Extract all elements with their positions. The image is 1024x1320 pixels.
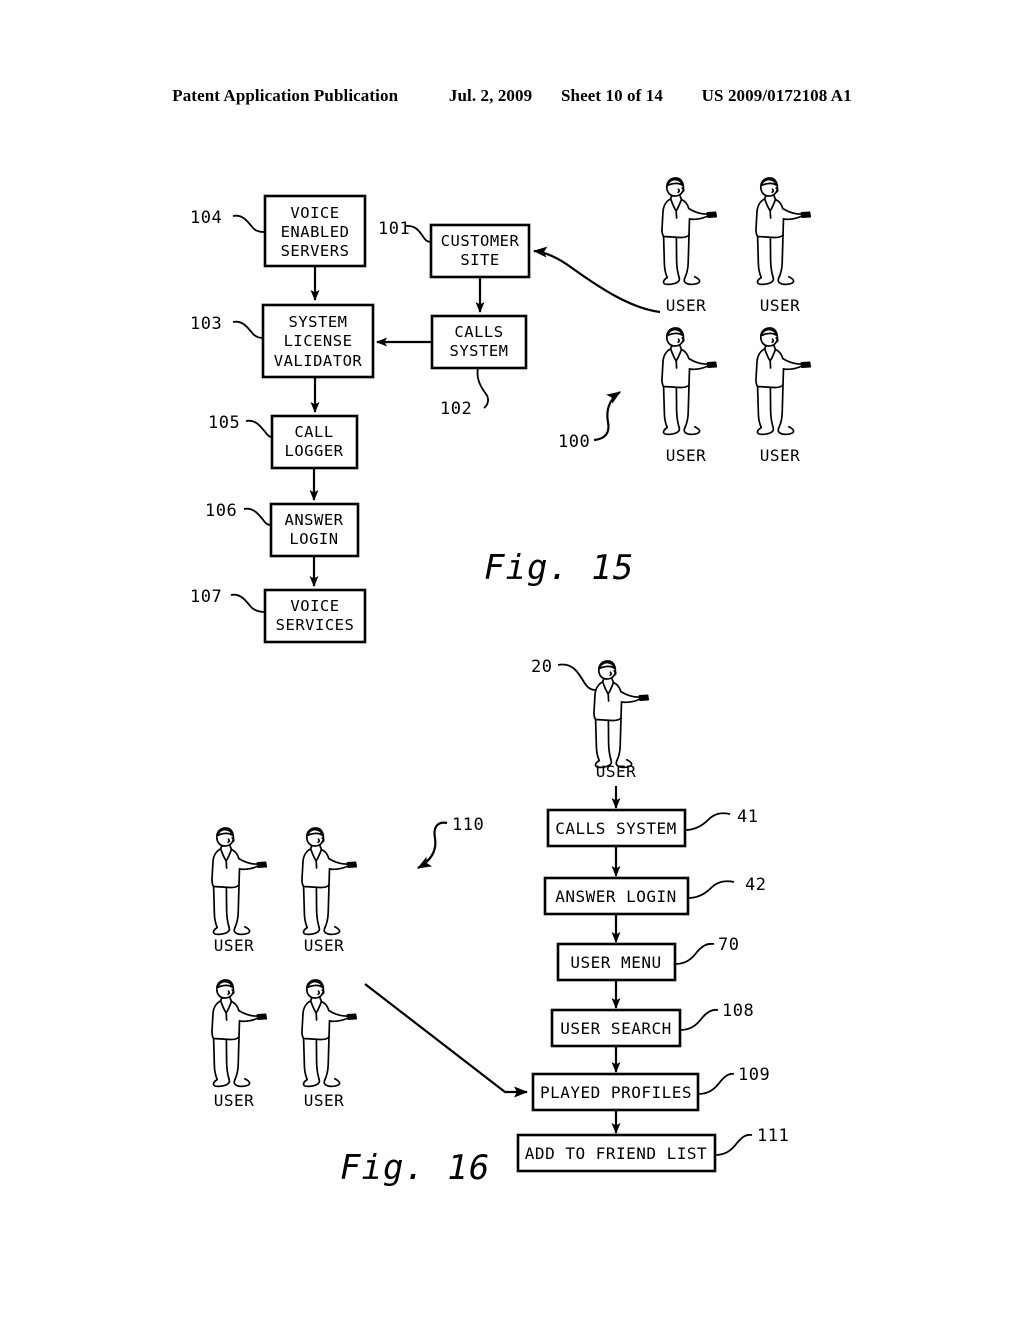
fig15-user-1: USER: [661, 177, 718, 315]
fig16-actor-user-label: USER: [596, 762, 637, 781]
fig15-leader-104: [232, 214, 266, 233]
fig15-box-answer-login[interactable]: ANSWER LOGIN: [269, 502, 360, 558]
fig16-user-4: USER: [301, 979, 358, 1110]
figure-15-caption: Fig. 15: [484, 548, 635, 588]
fig15-user-1-label: USER: [666, 296, 707, 315]
fig16-ref-70: 70: [718, 935, 739, 955]
fig16-user-2: USER: [301, 827, 358, 955]
fig16-box-user-search-label: USER SEARCH: [560, 1019, 671, 1038]
fig16-ref-42: 42: [745, 875, 766, 895]
fig16-leader-108: [679, 1008, 719, 1031]
fig16-box-user-search[interactable]: USER SEARCH: [550, 1008, 682, 1048]
fig15-box-call-logger-line2: LOGGER: [285, 442, 344, 460]
fig16-leader-41: [684, 812, 731, 831]
fig15-leader-102: [476, 367, 489, 409]
fig16-box-answer-login[interactable]: ANSWER LOGIN: [543, 876, 690, 916]
fig15-user-4-label: USER: [760, 446, 801, 465]
fig16-leader-42: [687, 880, 735, 899]
patent-drawing-sheet: VOICE ENABLED SERVERS 104 SYSTEM LICENSE…: [0, 0, 1024, 1320]
fig15-box-system-license-validator[interactable]: SYSTEM LICENSE VALIDATOR: [261, 303, 375, 379]
fig15-user-4: USER: [755, 327, 812, 465]
fig15-leader-106: [243, 507, 272, 526]
fig15-ref-106: 106: [205, 501, 237, 521]
fig15-box-voice-services[interactable]: VOICE SERVICES: [263, 588, 367, 644]
fig16-ref-109: 109: [738, 1065, 770, 1085]
fig15-box-voice-services-line1: VOICE: [290, 597, 339, 615]
fig15-box-voice-enabled-servers-line3: SERVERS: [281, 242, 350, 260]
fig15-box-calls-system-line1: CALLS: [454, 323, 503, 341]
fig16-ref-111: 111: [757, 1126, 789, 1146]
fig16-box-calls-system[interactable]: CALLS SYSTEM: [546, 808, 687, 848]
fig15-user-2-label: USER: [760, 296, 801, 315]
fig15-box-calls-system-line2: SYSTEM: [450, 342, 509, 360]
fig16-ref-20: 20: [531, 657, 552, 677]
fig15-ref-103: 103: [190, 314, 222, 334]
fig15-box-voice-enabled-servers-line2: ENABLED: [281, 223, 350, 241]
fig15-box-system-license-validator-line2: LICENSE: [284, 332, 353, 350]
fig16-user-3: USER: [211, 979, 268, 1110]
fig15-box-customer-site-line1: CUSTOMER: [441, 232, 520, 250]
fig15-ref-107: 107: [190, 587, 222, 607]
fig16-actor-user: USER: [593, 660, 650, 781]
fig16-user-3-label: USER: [214, 1091, 255, 1110]
fig15-user-2: USER: [755, 177, 812, 315]
fig15-leader-103: [232, 320, 264, 339]
fig15-leader-105: [245, 419, 273, 438]
figure-16: USER 20 CALLS SYSTEM 41 ANSWER LOGIN 42 …: [211, 657, 789, 1173]
fig16-leader-111: [714, 1133, 753, 1156]
fig16-user-1: USER: [211, 827, 268, 955]
fig15-box-voice-services-line2: SERVICES: [276, 616, 355, 634]
fig15-box-answer-login-line2: LOGIN: [289, 530, 338, 548]
fig15-box-call-logger[interactable]: CALL LOGGER: [270, 414, 359, 470]
fig15-ref-104: 104: [190, 208, 222, 228]
fig15-box-call-logger-line1: CALL: [294, 423, 333, 441]
fig15-ref-102: 102: [440, 399, 472, 419]
fig15-box-voice-enabled-servers[interactable]: VOICE ENABLED SERVERS: [263, 194, 367, 268]
fig16-leader-20: [557, 663, 597, 691]
fig15-ref-105: 105: [208, 413, 240, 433]
fig15-user-3-label: USER: [666, 446, 707, 465]
fig15-ref-101: 101: [378, 219, 410, 239]
fig16-ref-41: 41: [737, 807, 758, 827]
fig15-user-3: USER: [661, 327, 718, 465]
fig16-box-played-profiles[interactable]: PLAYED PROFILES: [531, 1072, 700, 1112]
fig15-leader-107: [230, 593, 266, 613]
fig15-arrow-users-to-customer-site: [533, 246, 661, 314]
fig15-ref-100: 100: [558, 432, 590, 452]
fig16-user-2-label: USER: [304, 936, 345, 955]
fig16-leader-109: [697, 1072, 735, 1095]
fig16-box-answer-login-label: ANSWER LOGIN: [555, 887, 677, 906]
fig16-box-user-menu-label: USER MENU: [570, 953, 661, 972]
fig16-leader-110: [417, 821, 448, 869]
fig15-box-calls-system[interactable]: CALLS SYSTEM: [430, 314, 528, 370]
fig16-box-played-profiles-label: PLAYED PROFILES: [540, 1083, 692, 1102]
figure-16-caption: Fig. 16: [340, 1148, 491, 1188]
fig15-leader-100: [593, 391, 621, 442]
fig16-user-4-label: USER: [304, 1091, 345, 1110]
fig16-ref-108: 108: [722, 1001, 754, 1021]
fig16-user-1-label: USER: [214, 936, 255, 955]
fig15-box-voice-enabled-servers-line1: VOICE: [290, 204, 339, 222]
fig16-box-calls-system-label: CALLS SYSTEM: [555, 819, 677, 838]
fig16-arrow-users-to-played-profiles: [364, 983, 528, 1098]
fig16-leader-70: [674, 942, 715, 965]
fig16-box-add-to-friend-list[interactable]: ADD TO FRIEND LIST: [516, 1133, 717, 1173]
fig16-box-add-to-friend-list-label: ADD TO FRIEND LIST: [525, 1144, 707, 1163]
fig15-box-system-license-validator-line1: SYSTEM: [289, 313, 348, 331]
fig15-box-system-license-validator-line3: VALIDATOR: [274, 352, 363, 370]
fig16-box-user-menu[interactable]: USER MENU: [556, 942, 677, 982]
fig16-ref-110: 110: [452, 815, 484, 835]
fig15-box-customer-site-line2: SITE: [460, 251, 499, 269]
fig15-box-customer-site[interactable]: CUSTOMER SITE: [429, 223, 531, 279]
fig15-box-answer-login-line1: ANSWER: [285, 511, 344, 529]
